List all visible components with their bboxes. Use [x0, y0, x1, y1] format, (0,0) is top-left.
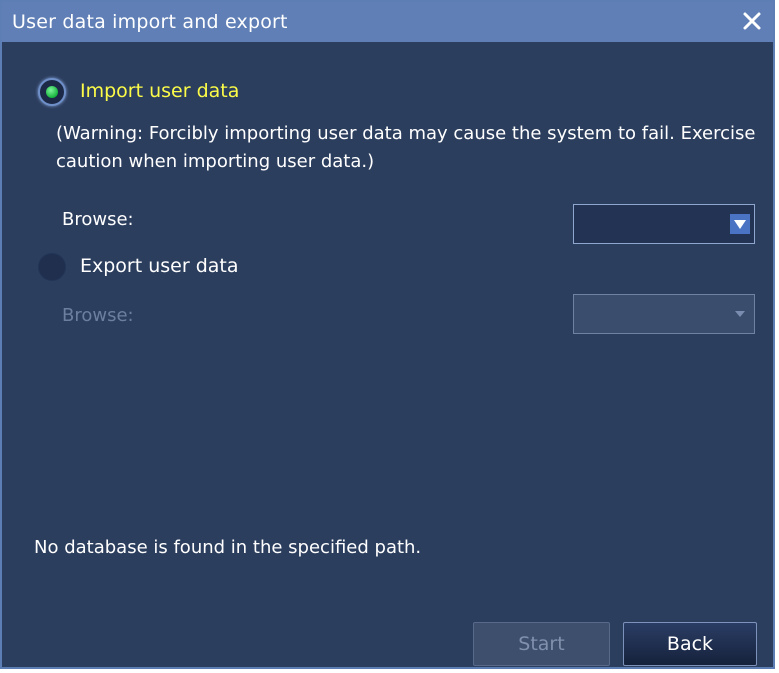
- import-browse-dropdown[interactable]: [573, 204, 755, 244]
- back-button[interactable]: Back: [623, 622, 757, 666]
- status-message: No database is found in the specified pa…: [34, 537, 422, 558]
- export-browse-dropdown: [573, 294, 755, 334]
- export-dropdown-arrow: [730, 304, 750, 324]
- user-data-dialog: User data import and export Import user …: [0, 0, 775, 669]
- export-radio-label[interactable]: Export user data: [80, 255, 239, 277]
- close-icon: [743, 12, 761, 30]
- title-bar: User data import and export: [2, 2, 773, 42]
- import-radio-label[interactable]: Import user data: [80, 80, 239, 102]
- chevron-down-icon: [734, 220, 746, 229]
- export-browse-label: Browse:: [62, 305, 134, 326]
- close-button[interactable]: [737, 6, 767, 36]
- export-radio-button[interactable]: [38, 253, 66, 281]
- start-button: Start: [473, 622, 610, 666]
- import-warning-text: (Warning: Forcibly importing user data m…: [56, 123, 756, 172]
- chevron-down-icon: [735, 311, 745, 317]
- dialog-title: User data import and export: [12, 11, 288, 33]
- import-radio-button[interactable]: [38, 78, 66, 106]
- import-dropdown-arrow[interactable]: [730, 214, 750, 234]
- import-browse-label: Browse:: [62, 209, 134, 230]
- radio-selected-dot: [46, 86, 58, 98]
